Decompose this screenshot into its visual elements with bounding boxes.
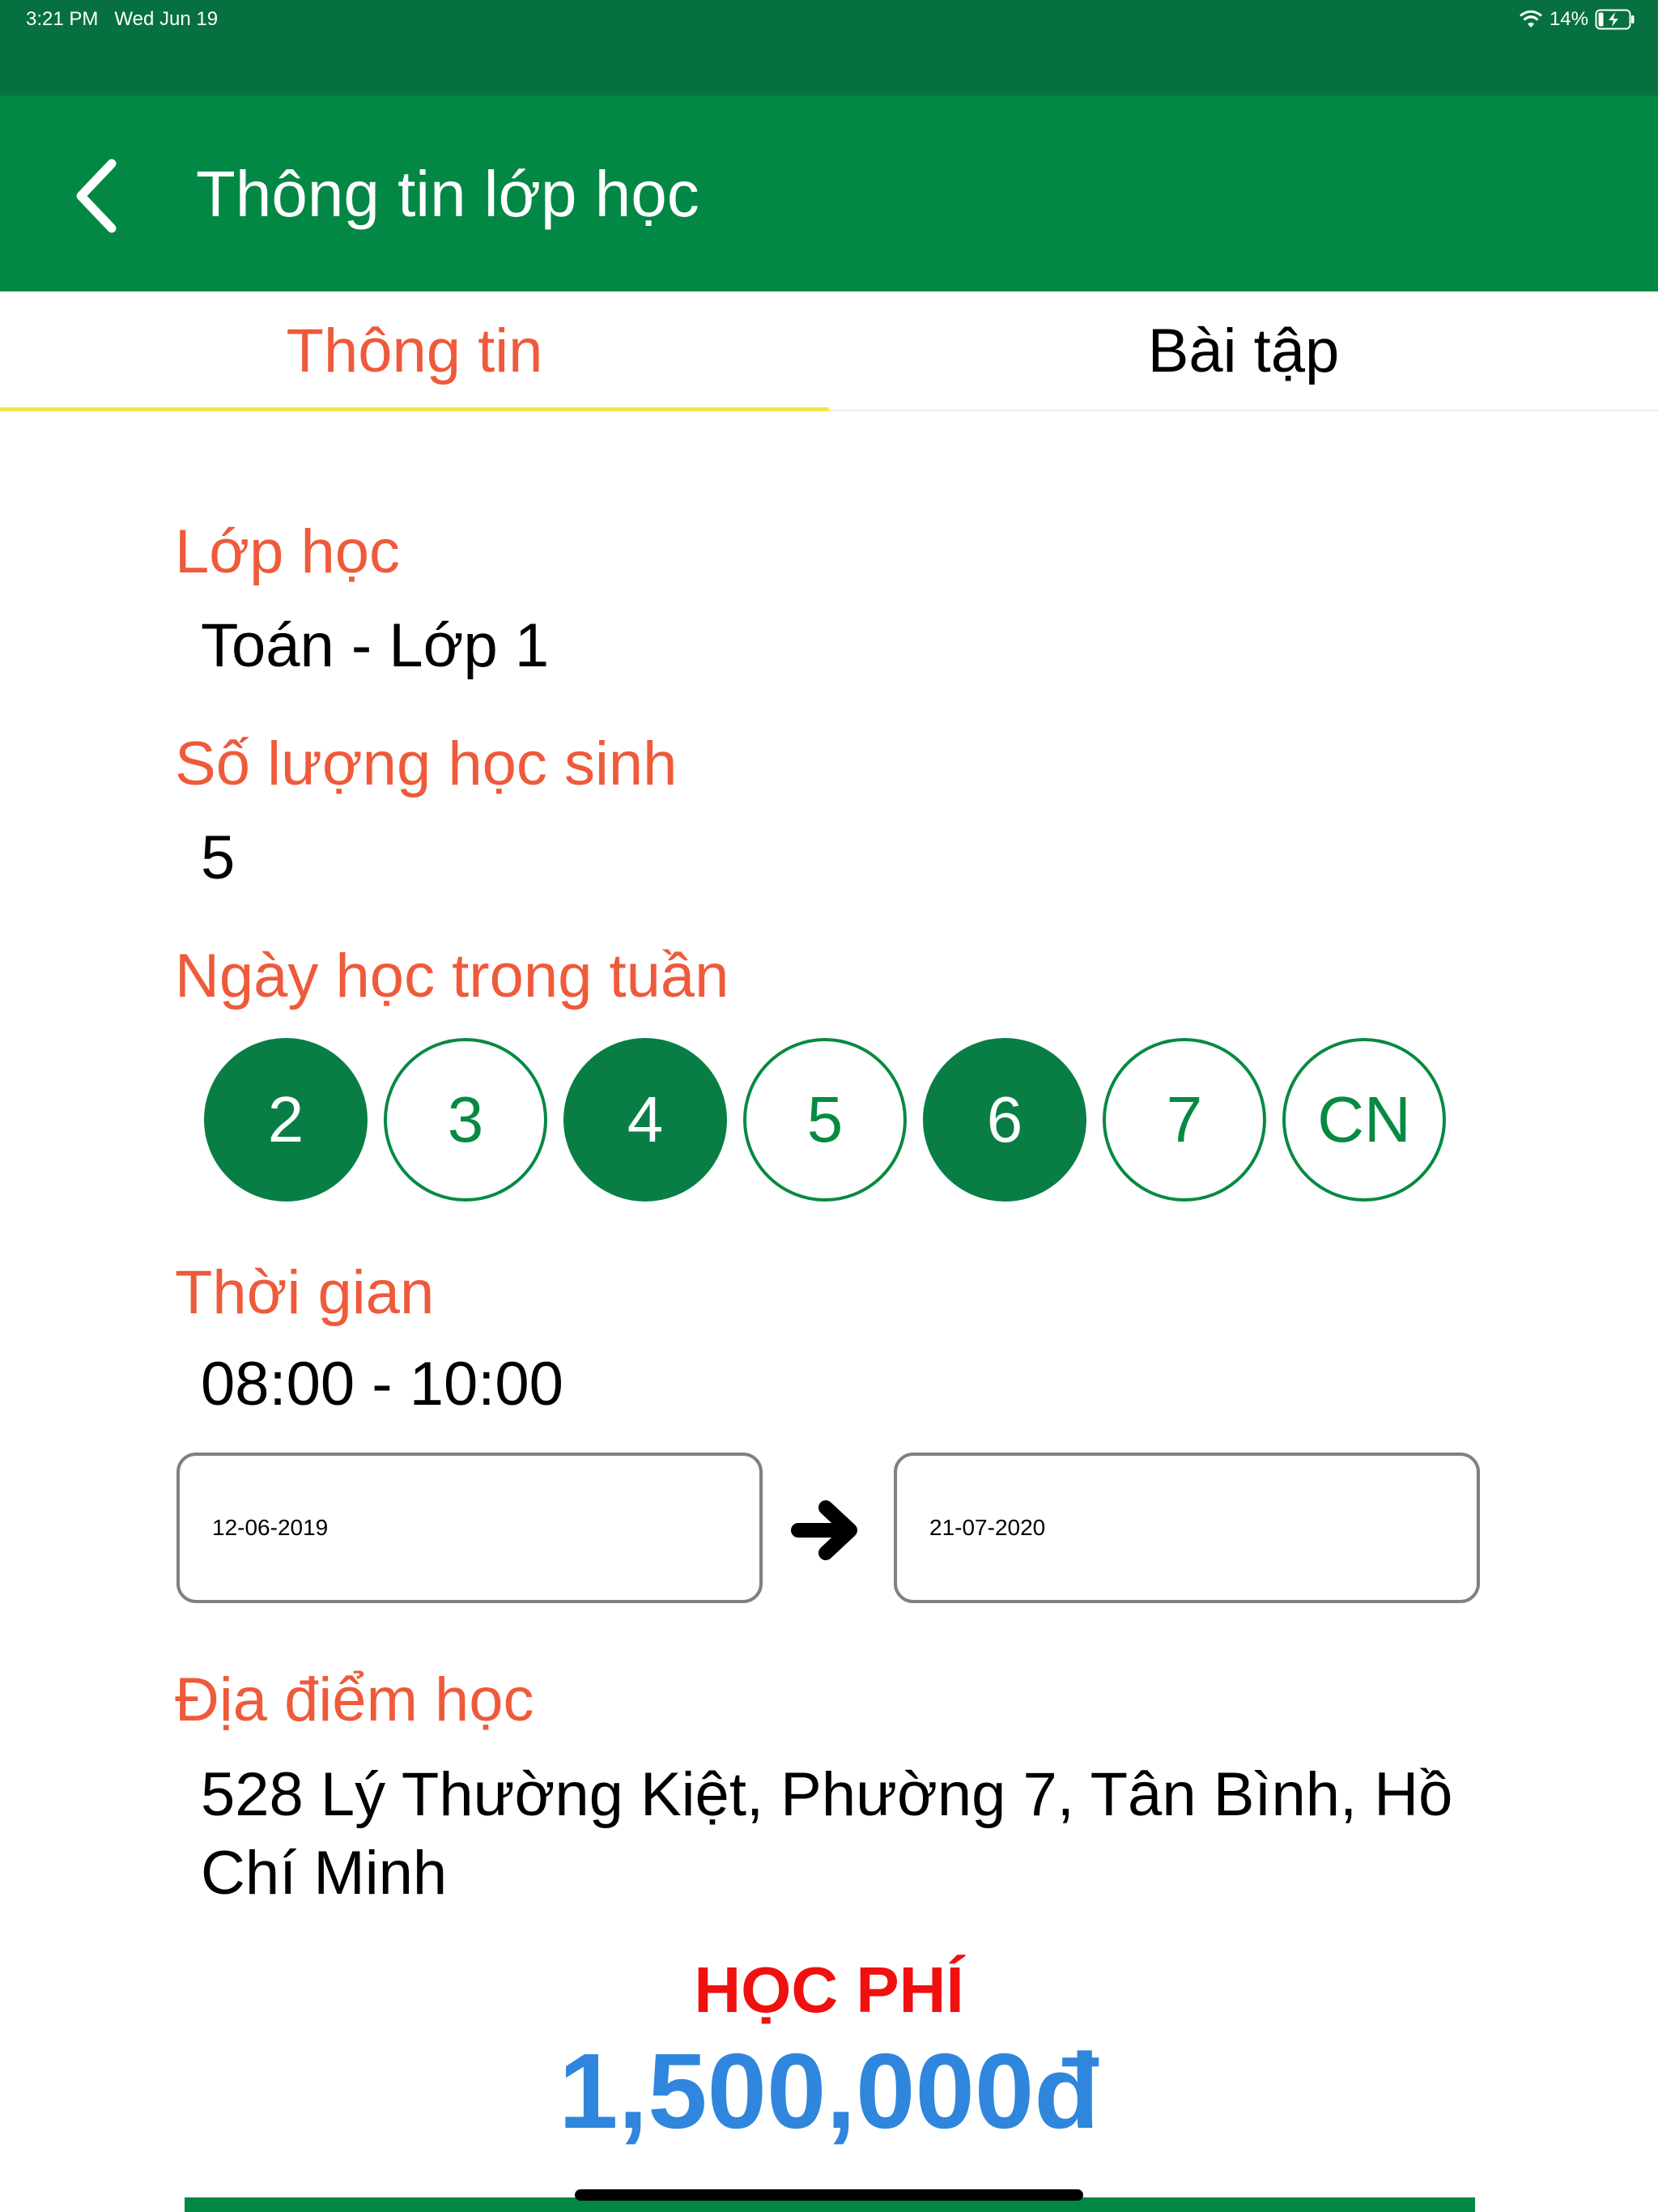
status-bar: 3:21 PM Wed Jun 19 14% — [0, 0, 1658, 96]
tab-bar: Thông tin Bài tập — [0, 291, 1658, 411]
tab-homework[interactable]: Bài tập — [829, 291, 1658, 410]
weekday-selector: 2 3 4 5 6 7 CN — [204, 1038, 1451, 1208]
chevron-left-icon[interactable] — [71, 155, 123, 236]
day-label: CN — [1317, 1083, 1411, 1155]
day-label: 7 — [1166, 1083, 1203, 1155]
days-label: Ngày học trong tuần — [175, 942, 729, 1010]
active-tab-indicator — [0, 407, 829, 411]
nav-bar: Thông tin lớp học — [0, 96, 1658, 291]
battery-charging-icon — [1595, 9, 1635, 30]
time-label: Thời gian — [175, 1258, 435, 1327]
day-label: 4 — [627, 1083, 664, 1155]
class-label: Lớp học — [175, 517, 401, 586]
fee-amount: 1,500,000đ — [559, 2031, 1099, 2150]
battery-percent: 14% — [1549, 8, 1588, 30]
time-value: 08:00 - 10:00 — [201, 1350, 563, 1419]
arrow-right-icon — [791, 1500, 857, 1560]
end-date-text: 21-07-2020 — [929, 1515, 1046, 1540]
day-6[interactable]: 6 — [923, 1038, 1086, 1202]
tab-info[interactable]: Thông tin — [0, 291, 829, 410]
location-value: 528 Lý Thường Kiệt, Phường 7, Tân Bình, … — [201, 1760, 1453, 1908]
day-label: 6 — [986, 1083, 1023, 1155]
status-indicators: 14% — [1519, 6, 1635, 32]
start-date-field[interactable]: 12-06-2019 — [176, 1453, 763, 1603]
day-3[interactable]: 3 — [384, 1038, 547, 1202]
status-time-text: 3:21 PM — [26, 8, 99, 30]
day-4[interactable]: 4 — [563, 1038, 727, 1202]
status-time: 3:21 PM Wed Jun 19 — [26, 8, 218, 31]
day-label: 5 — [806, 1083, 844, 1155]
students-label: Số lượng học sinh — [175, 730, 678, 798]
fee-label: HỌC PHÍ — [694, 1954, 964, 2026]
class-value: Toán - Lớp 1 — [201, 611, 550, 680]
day-2[interactable]: 2 — [204, 1038, 368, 1202]
home-indicator — [575, 2189, 1083, 2201]
tab-info-label: Thông tin — [286, 316, 543, 385]
tab-homework-label: Bài tập — [1147, 316, 1340, 385]
end-date-field[interactable]: 21-07-2020 — [894, 1453, 1480, 1603]
day-5[interactable]: 5 — [743, 1038, 907, 1202]
students-value: 5 — [201, 823, 236, 892]
start-date-text: 12-06-2019 — [212, 1515, 329, 1540]
day-7[interactable]: 7 — [1103, 1038, 1266, 1202]
day-cn[interactable]: CN — [1282, 1038, 1446, 1202]
location-label: Địa điểm học — [175, 1665, 534, 1734]
status-date-text: Wed Jun 19 — [114, 8, 219, 30]
day-label: 2 — [267, 1083, 304, 1155]
wifi-icon — [1520, 10, 1542, 28]
page-title: Thông tin lớp học — [196, 158, 699, 230]
day-label: 3 — [447, 1083, 484, 1155]
